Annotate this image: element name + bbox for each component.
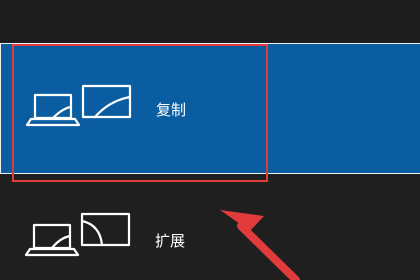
extend-display-icon [24,212,131,257]
duplicate-option-label: 复制 [156,101,187,119]
extend-option-label: 扩展 [155,232,186,250]
project-menu: 复制 扩展 [0,0,420,280]
extend-option[interactable]: 扩展 [0,174,420,280]
menu-top-strip [0,0,420,42]
duplicate-display-icon [25,84,132,127]
duplicate-option[interactable]: 复制 [0,43,420,174]
